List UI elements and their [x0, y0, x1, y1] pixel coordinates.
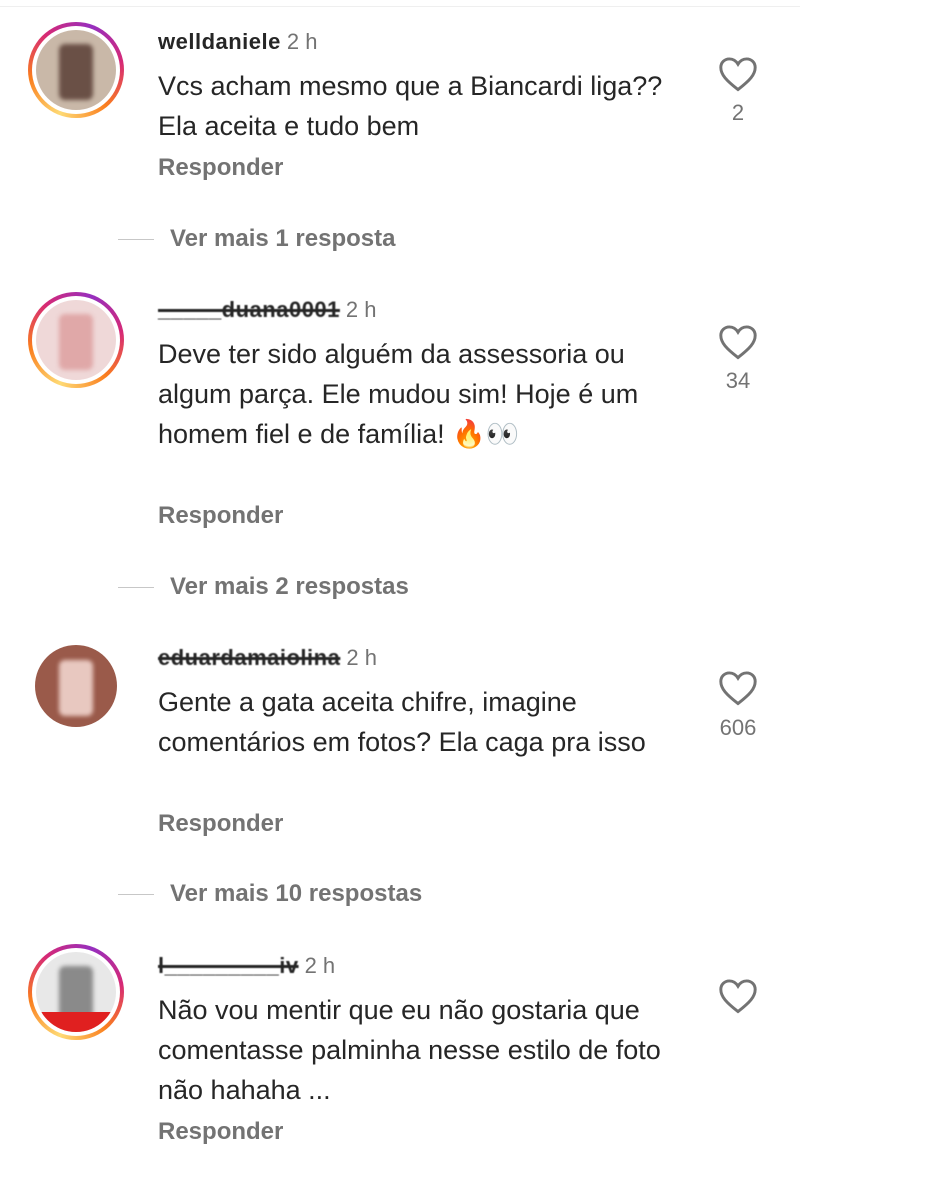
- comment-text: Vcs acham mesmo que a Biancardi liga?? E…: [158, 71, 663, 141]
- view-more-replies[interactable]: Ver mais 10 respostas: [118, 878, 422, 910]
- view-more-replies-label[interactable]: Ver mais 2 respostas: [170, 573, 409, 601]
- comment-text: Gente a gata aceita chifre, imagine come…: [158, 687, 646, 757]
- avatar[interactable]: [28, 638, 124, 734]
- view-more-replies-label[interactable]: Ver mais 10 respostas: [170, 880, 422, 908]
- timestamp: 2 h: [304, 953, 336, 978]
- username[interactable]: _____duana0001: [158, 296, 340, 324]
- timestamp: 2 h: [286, 29, 318, 54]
- view-more-replies[interactable]: Ver mais 2 respostas: [118, 571, 409, 603]
- username[interactable]: welldaniele: [158, 29, 281, 54]
- reply-button[interactable]: Responder: [158, 154, 283, 182]
- like-count: 34: [725, 368, 751, 393]
- heart-icon[interactable]: [718, 978, 758, 1014]
- view-more-replies[interactable]: Ver mais 1 resposta: [118, 223, 395, 255]
- timestamp: 2 h: [346, 645, 377, 670]
- reply-button[interactable]: Responder: [158, 810, 283, 838]
- heart-icon[interactable]: [718, 670, 758, 706]
- reply-button[interactable]: Responder: [158, 502, 283, 530]
- comment-text: Deve ter sido alguém da assessoria ou al…: [158, 339, 639, 449]
- view-more-replies-label[interactable]: Ver mais 1 resposta: [170, 225, 395, 253]
- timestamp: 2 h: [345, 297, 377, 322]
- like-count: 2: [731, 100, 745, 125]
- avatar[interactable]: [28, 22, 124, 118]
- username[interactable]: eduardamaiolina: [158, 644, 340, 672]
- avatar[interactable]: [28, 944, 124, 1040]
- heart-icon[interactable]: [718, 56, 758, 92]
- comment-text: Não vou mentir que eu não gostaria que c…: [158, 995, 661, 1105]
- username[interactable]: l_________iv: [158, 952, 299, 980]
- reply-button[interactable]: Responder: [158, 1118, 283, 1146]
- heart-icon[interactable]: [718, 324, 758, 360]
- like-count: 606: [719, 715, 757, 740]
- top-divider: [0, 6, 800, 7]
- avatar[interactable]: [28, 292, 124, 388]
